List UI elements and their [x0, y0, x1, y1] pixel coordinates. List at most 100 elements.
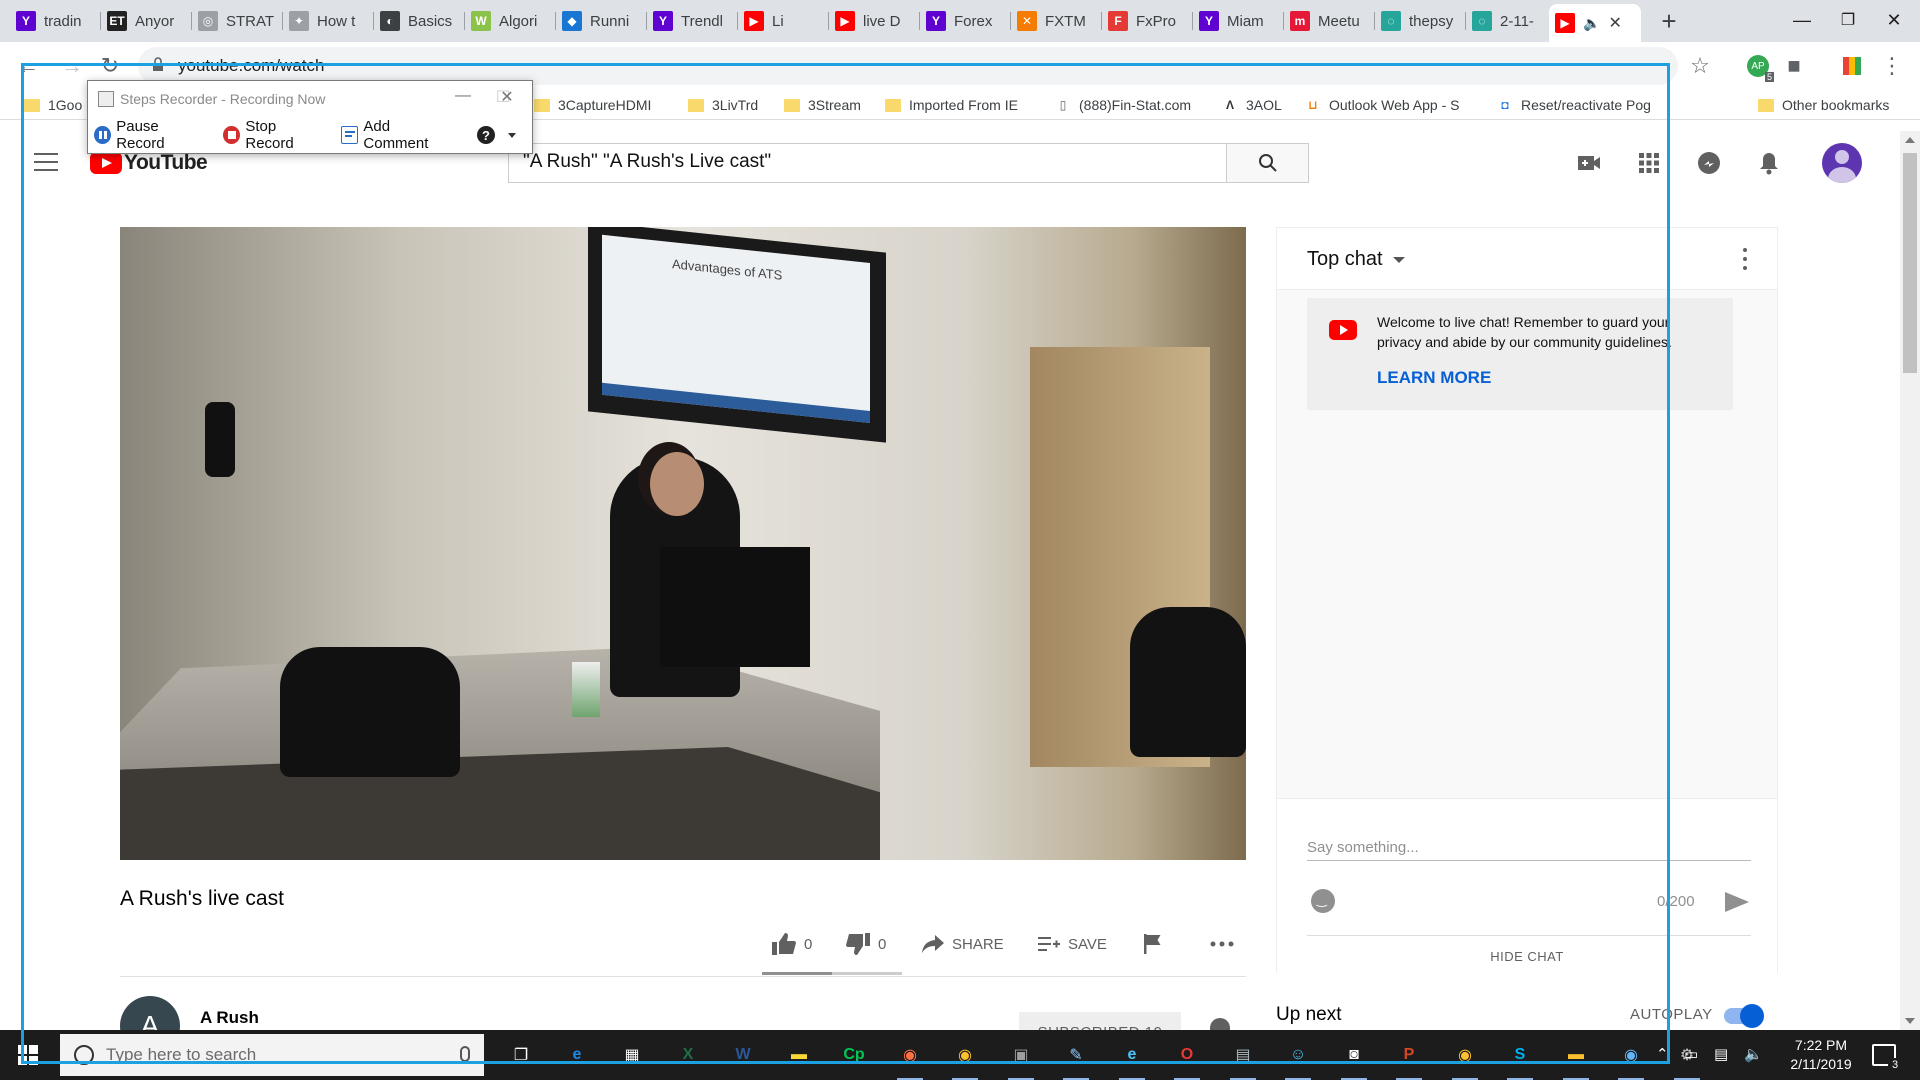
extension-ap-icon[interactable]: AP 5 — [1746, 54, 1774, 82]
taskbar-search-box[interactable]: Type here to search — [60, 1034, 484, 1076]
tray-chevron-up-icon[interactable]: ⌃ — [1656, 1045, 1669, 1063]
send-icon[interactable] — [1725, 892, 1749, 912]
explorer-icon[interactable]: ▬ — [1559, 1038, 1593, 1080]
forward-button[interactable]: → — [56, 50, 88, 82]
battery-icon[interactable]: ▭ — [1684, 1045, 1698, 1063]
store-icon[interactable]: ▦ — [615, 1038, 649, 1072]
bookmark-item[interactable]: ⊔ Outlook Web App - S — [1305, 95, 1459, 115]
excel-icon[interactable]: X — [671, 1038, 705, 1072]
browser-tab[interactable]: Y Trendl — [647, 6, 738, 36]
youtube-logo[interactable]: YouTube — [90, 151, 208, 175]
browser-tab[interactable]: W Algori — [465, 6, 556, 36]
people-icon[interactable]: ☺ — [1281, 1038, 1315, 1080]
chrome-alt-icon[interactable]: ◉ — [1614, 1038, 1648, 1080]
apps-grid-icon[interactable] — [1635, 149, 1663, 177]
video-camera-icon[interactable]: ■ — [1782, 53, 1806, 78]
browser-tab[interactable]: m Meetu — [1284, 6, 1375, 36]
steps-minimize-button[interactable]: — — [448, 87, 478, 109]
save-button[interactable]: SAVE — [1038, 930, 1107, 958]
messages-icon[interactable] — [1695, 149, 1723, 177]
create-video-icon[interactable] — [1575, 149, 1603, 177]
share-button[interactable]: SHARE — [922, 930, 1004, 958]
volume-icon[interactable]: 🔈 — [1744, 1045, 1763, 1063]
bookmark-item[interactable]: ▯ (888)Fin-Stat.com — [1055, 95, 1191, 115]
steps-close-button[interactable] — [572, 87, 602, 109]
ie-icon[interactable]: e — [1115, 1038, 1149, 1080]
browser-tab[interactable]: ◌ thepsy — [1375, 6, 1466, 36]
browser-tab[interactable]: Y Miam — [1193, 6, 1284, 36]
powerpoint-icon[interactable]: P — [1392, 1038, 1426, 1080]
network-icon[interactable]: ▤ — [1714, 1045, 1728, 1063]
chat-mode-dropdown[interactable]: Top chat — [1307, 248, 1405, 271]
taskbar-clock[interactable]: 7:22 PM 2/11/2019 — [1776, 1036, 1866, 1074]
steps-close-x-icon[interactable]: ✕ — [492, 87, 522, 107]
word-icon[interactable]: W — [726, 1038, 760, 1072]
help-dropdown-icon[interactable] — [508, 132, 516, 138]
bookmark-item[interactable]: 3Stream — [784, 95, 861, 115]
scroll-up-arrow-icon[interactable] — [1905, 137, 1915, 143]
chrome-active-icon[interactable]: ◉ — [1448, 1038, 1482, 1080]
edge-icon[interactable]: e — [560, 1038, 594, 1072]
bookmark-star-icon[interactable]: ☆ — [1688, 53, 1712, 78]
sticky-notes-icon[interactable]: ▬ — [782, 1038, 816, 1072]
channel-name[interactable]: A Rush — [200, 1008, 259, 1028]
app-icon[interactable]: ▣ — [1004, 1038, 1038, 1080]
like-button[interactable]: 0 — [772, 930, 812, 958]
bookmark-item[interactable]: 1Goo — [24, 95, 82, 115]
pause-record-button[interactable]: Pause Record — [94, 118, 207, 152]
back-button[interactable]: ← — [12, 50, 44, 82]
browser-tab[interactable]: ▶ Li — [738, 6, 829, 36]
learn-more-link[interactable]: LEARN MORE — [1377, 368, 1491, 388]
tab-active-youtube[interactable]: ▶ 🔈 ✕ — [1549, 4, 1641, 42]
close-window-button[interactable]: ✕ — [1862, 0, 1920, 40]
add-comment-button[interactable]: Add Comment — [341, 118, 455, 152]
task-view-icon[interactable]: ❐ — [504, 1038, 538, 1072]
hide-chat-button[interactable]: HIDE CHAT — [1277, 949, 1777, 964]
close-tab-icon[interactable]: ✕ — [1608, 13, 1621, 33]
firefox-icon[interactable]: ◉ — [893, 1038, 927, 1080]
report-flag-button[interactable] — [1144, 930, 1170, 958]
help-button[interactable]: ? — [477, 126, 516, 144]
opera-icon[interactable]: O — [1170, 1038, 1204, 1080]
dislike-button[interactable]: 0 — [846, 930, 886, 958]
microphone-icon[interactable] — [460, 1046, 470, 1062]
youtube-search-input[interactable]: "A Rush" "A Rush's Live cast" — [508, 143, 1227, 183]
reload-button[interactable]: ↻ — [94, 50, 126, 82]
browser-tab[interactable]: ▶ live D — [829, 6, 920, 36]
pen-icon[interactable]: ✎ — [1059, 1038, 1093, 1080]
browser-tab[interactable]: ◌ 2-11- — [1466, 6, 1557, 36]
chat-more-icon[interactable] — [1743, 248, 1747, 270]
bookmark-item[interactable]: Imported From IE — [885, 95, 1018, 115]
bookmark-item[interactable]: ◘ Reset/reactivate Pog — [1497, 95, 1651, 115]
chrome-icon[interactable]: ◉ — [948, 1038, 982, 1080]
chrome-menu-icon[interactable]: ⋮ — [1880, 53, 1904, 78]
browser-tab[interactable]: ◐ Basics — [374, 6, 465, 36]
browser-tab[interactable]: ✕ FXTM — [1011, 6, 1102, 36]
browser-tab[interactable]: Ytradin — [10, 6, 101, 36]
action-center-icon[interactable]: 3 — [1872, 1044, 1902, 1072]
more-actions-button[interactable] — [1210, 930, 1242, 958]
skype-icon[interactable]: S — [1503, 1038, 1537, 1080]
cp-icon[interactable]: Cp — [837, 1038, 871, 1072]
windows-start-icon[interactable] — [18, 1045, 38, 1065]
bookmark-item[interactable]: Other bookmarks — [1758, 95, 1889, 115]
autoplay-toggle[interactable] — [1724, 1004, 1764, 1028]
emoji-icon[interactable] — [1311, 889, 1335, 913]
user-avatar[interactable] — [1822, 143, 1862, 183]
bookmark-item[interactable]: 3LivTrd — [688, 95, 758, 115]
bookmark-item[interactable]: Λ 3AOL — [1222, 95, 1282, 115]
stop-record-button[interactable]: Stop Record — [223, 118, 325, 152]
camera-icon[interactable]: ◙ — [1337, 1038, 1371, 1080]
chat-message-input[interactable]: Say something... — [1307, 833, 1751, 861]
browser-tab[interactable]: ◎ STRAT — [192, 6, 283, 36]
scrollbar-thumb[interactable] — [1903, 153, 1917, 373]
browser-tab[interactable]: ◆ Runni — [556, 6, 647, 36]
window-icon[interactable]: ▤ — [1226, 1038, 1260, 1080]
youtube-search-button[interactable] — [1227, 143, 1309, 183]
notifications-bell-icon[interactable] — [1755, 149, 1783, 177]
menu-hamburger-icon[interactable] — [34, 153, 58, 171]
scroll-down-arrow-icon[interactable] — [1905, 1018, 1915, 1024]
new-tab-button[interactable]: + — [1655, 8, 1683, 36]
page-scrollbar[interactable] — [1900, 131, 1920, 1030]
browser-tab[interactable]: ✦ How t — [283, 6, 374, 36]
